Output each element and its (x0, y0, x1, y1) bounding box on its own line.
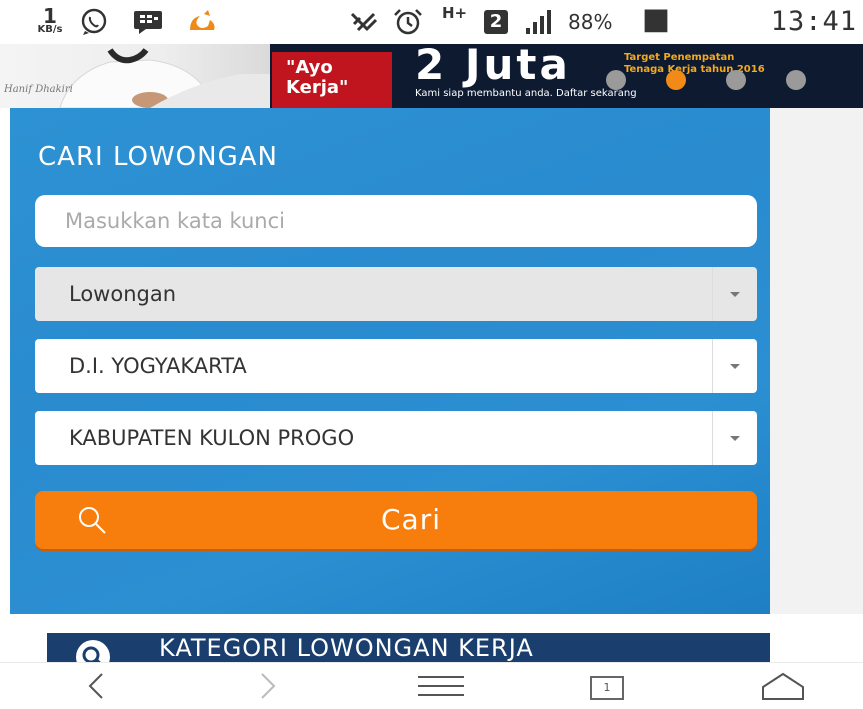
forward-icon[interactable] (252, 671, 282, 701)
job-category-title: KATEGORI LOWONGAN KERJA (159, 634, 534, 662)
promo-banner[interactable]: Hanif Dhakiri "Ayo Kerja" 2 Juta Kami si… (0, 44, 863, 108)
keyword-input[interactable]: Masukkan kata kunci (35, 195, 757, 247)
status-bar: 1 KB/s H+ 2 88% 13:41 (0, 0, 863, 44)
carousel-dot-4[interactable] (786, 70, 806, 90)
back-icon[interactable] (82, 671, 112, 701)
search-circle-icon (76, 640, 110, 663)
banner-photo (0, 44, 270, 108)
tabs-count: 1 (603, 681, 611, 694)
search-title: CARI LOWONGAN (38, 142, 278, 172)
job-category-header[interactable]: KATEGORI LOWONGAN KERJA (47, 633, 770, 663)
regency-dropdown-arrow[interactable] (712, 411, 757, 465)
province-select[interactable]: D.I. YOGYAKARTA (35, 339, 757, 393)
banner-target: Target Penempatan Tenaga Kerja tahun 201… (624, 52, 765, 76)
mute-icon (350, 12, 378, 32)
carousel-dot-3[interactable] (726, 70, 746, 90)
tabs-button[interactable]: 1 (590, 676, 624, 700)
network-speed-value: 1 (43, 4, 57, 28)
search-button-label: Cari (381, 503, 441, 536)
banner-person-name: Hanif Dhakiri (4, 84, 73, 95)
banner-slogan-line2: Kerja" (286, 77, 349, 98)
home-icon[interactable] (760, 671, 806, 703)
chevron-down-icon (730, 292, 740, 297)
chevron-down-icon (730, 436, 740, 441)
browser-nav-bar: 1 (0, 662, 863, 709)
alarm-icon (394, 9, 422, 35)
page-side-gutter (770, 108, 863, 614)
banner-subline: Kami siap membantu anda. Daftar sekarang (415, 88, 637, 99)
signal-icon (526, 10, 551, 34)
network-speed-unit: KB/s (37, 24, 63, 35)
whatsapp-icon (81, 8, 107, 35)
sim-number: 2 (489, 11, 503, 32)
regency-select[interactable]: KABUPATEN KULON PROGO (35, 411, 757, 465)
chevron-down-icon (730, 364, 740, 369)
regency-value: KABUPATEN KULON PROGO (69, 426, 355, 450)
minister-photo (59, 48, 270, 108)
uc-browser-icon (190, 10, 215, 30)
clock: 13:41 (770, 6, 857, 37)
battery-percent: 88% (568, 10, 613, 34)
network-type: H+ (442, 4, 468, 22)
banner-target-line1: Target Penempatan (624, 52, 735, 63)
banner-headline: 2 Juta (415, 44, 571, 89)
search-button[interactable]: Cari (35, 491, 757, 549)
network-speed: 1 KB/s (30, 6, 70, 35)
carousel-dot-1[interactable] (606, 70, 626, 90)
job-type-dropdown-arrow[interactable] (712, 267, 757, 321)
sim-indicator: 2 (484, 10, 508, 34)
province-dropdown-arrow[interactable] (712, 339, 757, 393)
battery-icon (644, 9, 668, 33)
bbm-icon (134, 11, 162, 34)
job-type-value: Lowongan (69, 282, 177, 306)
job-type-select[interactable]: Lowongan (35, 267, 757, 321)
carousel-dot-2[interactable] (666, 70, 686, 90)
menu-icon[interactable] (416, 671, 466, 701)
banner-slogan-line1: "Ayo (286, 57, 333, 78)
keyword-placeholder: Masukkan kata kunci (65, 209, 285, 233)
province-value: D.I. YOGYAKARTA (69, 354, 247, 378)
banner-slogan-box: "Ayo Kerja" (272, 52, 392, 108)
